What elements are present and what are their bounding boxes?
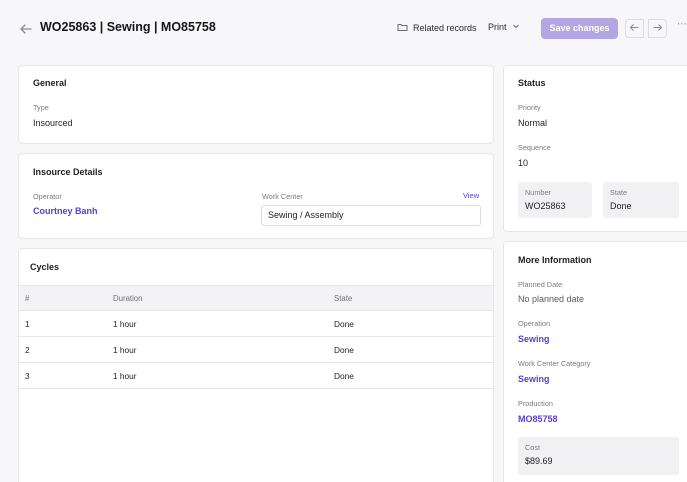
number-label: Number <box>525 188 551 197</box>
previous-record-button[interactable] <box>625 19 644 38</box>
operator-link[interactable]: Courtney Banh <box>33 206 98 216</box>
sequence-value: 10 <box>518 158 529 168</box>
general-card: General Type Insourced <box>18 65 494 144</box>
cycles-header-row: # Duration State <box>19 285 493 311</box>
priority-value: Normal <box>518 118 548 128</box>
number-value: WO25863 <box>525 201 566 211</box>
chevron-down-icon <box>512 22 520 32</box>
table-row[interactable]: 1 1 hour Done <box>19 310 493 337</box>
priority-label: Priority <box>518 103 541 112</box>
cycle-number: 1 <box>19 310 107 337</box>
related-records-label: Related records <box>413 23 477 33</box>
cycle-duration: 1 hour <box>107 362 328 389</box>
production-label: Production <box>518 399 553 408</box>
type-value: Insourced <box>33 118 73 128</box>
work-center-view-link[interactable]: View <box>463 191 479 200</box>
status-card: Status Priority Normal Sequence 10 Numbe… <box>503 65 687 232</box>
operator-label: Operator <box>33 192 62 201</box>
back-arrow-icon[interactable] <box>19 22 33 36</box>
related-records-button[interactable]: Related records <box>397 22 477 34</box>
operation-label: Operation <box>518 319 551 328</box>
print-label: Print <box>488 22 507 32</box>
more-information-title: More Information <box>518 255 592 265</box>
print-dropdown[interactable]: Print <box>488 22 520 32</box>
planned-date-value: No planned date <box>518 294 585 304</box>
cycle-state: Done <box>328 310 493 337</box>
cost-tile: Cost $89.69 <box>518 437 679 475</box>
table-row[interactable]: 3 1 hour Done <box>19 362 493 389</box>
work-center-category-label: Work Center Category <box>518 359 591 368</box>
state-label: State <box>610 188 628 197</box>
cycle-state: Done <box>328 362 493 389</box>
cycle-number: 2 <box>19 336 107 363</box>
arrow-left-icon <box>629 22 640 35</box>
arrow-right-icon <box>652 22 663 35</box>
planned-date-label: Planned Date <box>518 280 563 289</box>
cycle-state: Done <box>328 336 493 363</box>
cycle-duration: 1 hour <box>107 336 328 363</box>
state-value: Done <box>610 201 632 211</box>
operation-link[interactable]: Sewing <box>518 334 550 344</box>
column-header-number: # <box>19 285 107 311</box>
page-title: WO25863 | Sewing | MO85758 <box>40 20 216 34</box>
work-center-category-link[interactable]: Sewing <box>518 374 550 384</box>
type-label: Type <box>33 103 49 112</box>
work-center-label: Work Center <box>262 192 303 201</box>
cost-value: $89.69 <box>525 456 553 466</box>
insource-details-card: Insource Details Operator Courtney Banh … <box>18 153 494 239</box>
cycles-table: # Duration State 1 1 hour Done 2 1 hour … <box>19 285 493 389</box>
column-header-duration: Duration <box>107 285 328 311</box>
cycle-duration: 1 hour <box>107 310 328 337</box>
cycles-card: Cycles # Duration State 1 1 hour Done 2 … <box>18 248 494 482</box>
sequence-label: Sequence <box>518 143 551 152</box>
page-header: WO25863 | Sewing | MO85758 Related recor… <box>0 0 687 58</box>
save-changes-button[interactable]: Save changes <box>541 18 618 39</box>
column-header-state: State <box>328 285 493 311</box>
state-tile: State Done <box>603 182 679 218</box>
more-information-card: More Information Planned Date No planned… <box>503 241 687 482</box>
status-title: Status <box>518 78 546 88</box>
next-record-button[interactable] <box>648 19 667 38</box>
number-tile: Number WO25863 <box>518 182 592 218</box>
cost-label: Cost <box>525 443 541 452</box>
cycle-number: 3 <box>19 362 107 389</box>
production-link[interactable]: MO85758 <box>518 414 558 424</box>
general-title: General <box>33 78 67 88</box>
folder-icon <box>397 22 408 34</box>
table-row[interactable]: 2 1 hour Done <box>19 336 493 363</box>
more-options-icon[interactable]: ⋯ <box>677 19 687 30</box>
work-center-field[interactable]: Sewing / Assembly <box>261 205 481 226</box>
insource-details-title: Insource Details <box>33 167 103 177</box>
cycles-title: Cycles <box>30 262 60 272</box>
